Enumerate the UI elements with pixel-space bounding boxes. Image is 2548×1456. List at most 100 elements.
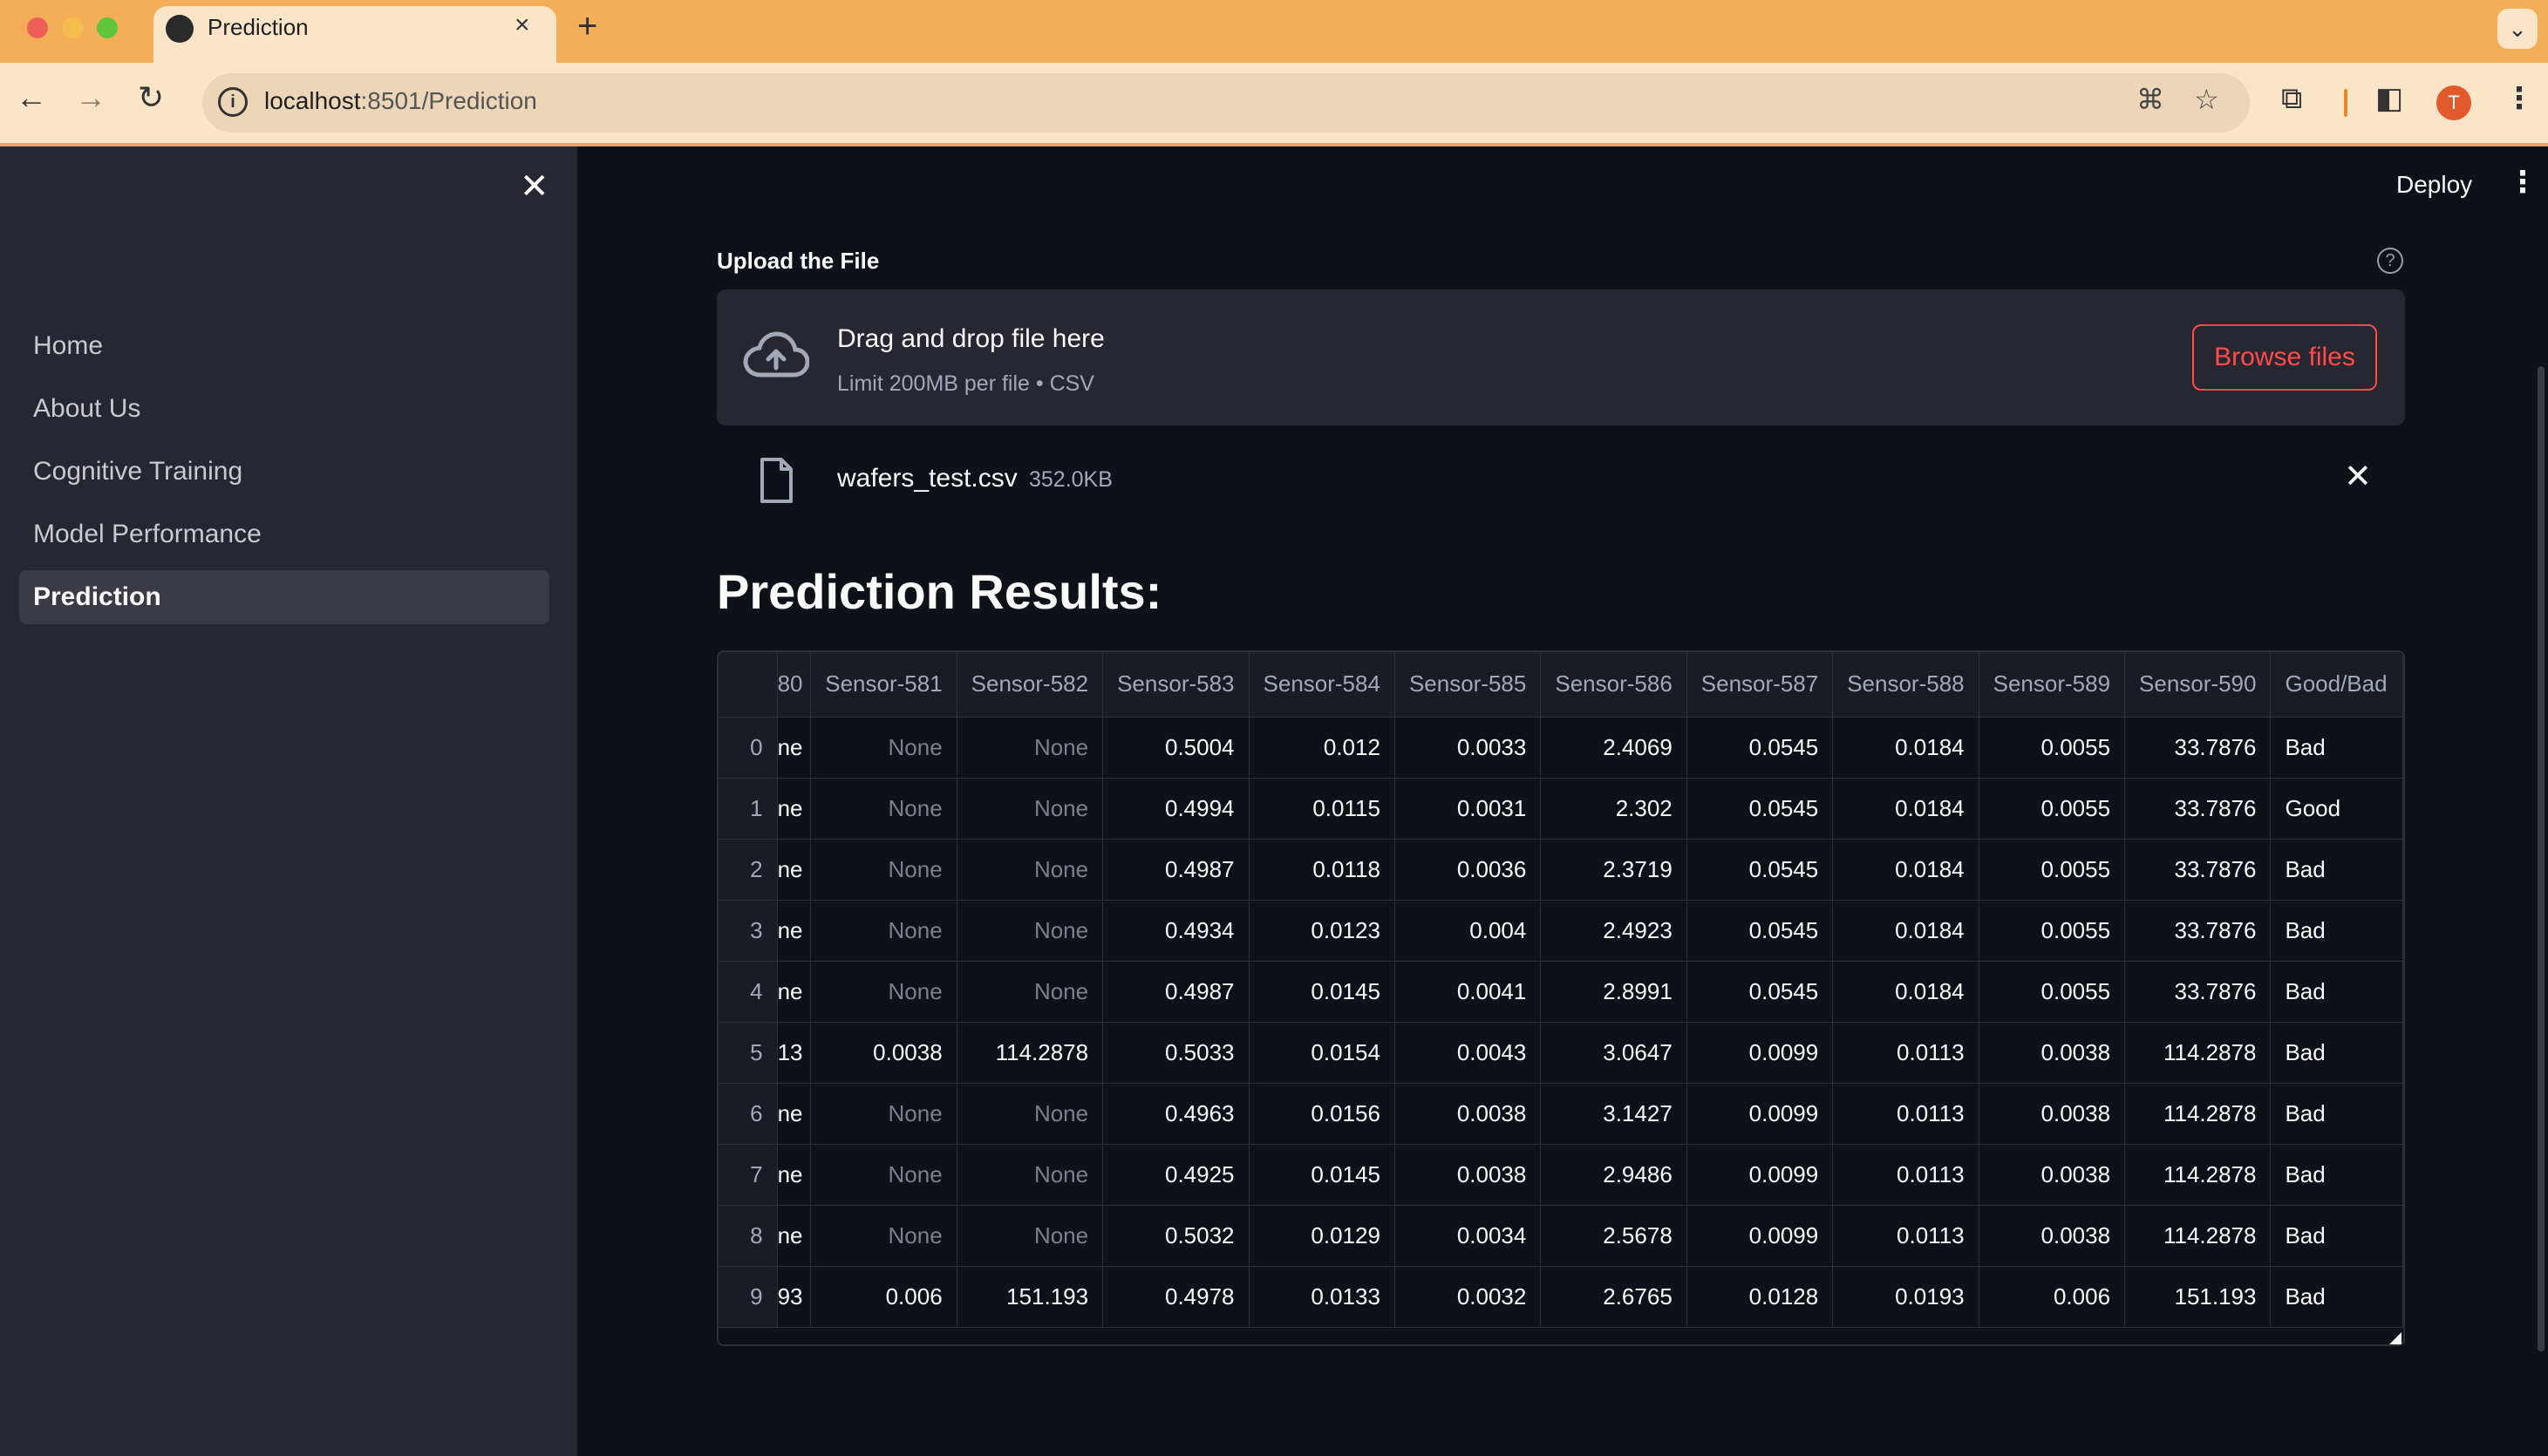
table-cell[interactable]: 0.0038 [1979, 1083, 2126, 1145]
row-index[interactable]: 3 [719, 900, 778, 962]
column-header[interactable]: 80 [777, 652, 812, 718]
table-cell[interactable]: 2.8991 [1540, 961, 1687, 1023]
table-cell[interactable]: 0.0184 [1832, 900, 1979, 962]
table-cell[interactable]: 114.2878 [2124, 1083, 2272, 1145]
table-cell[interactable]: 0.0113 [1832, 1022, 1979, 1084]
table-cell[interactable]: 151.193 [957, 1266, 1104, 1328]
table-cell[interactable]: 0.0038 [1979, 1022, 2126, 1084]
table-cell[interactable]: None [957, 778, 1104, 840]
file-dropzone[interactable] [717, 289, 2405, 425]
table-cell[interactable]: 2.4069 [1540, 717, 1687, 779]
table-cell[interactable]: ne [777, 778, 812, 840]
column-header[interactable]: Sensor-582 [957, 652, 1104, 718]
table-cell[interactable]: 0.0041 [1394, 961, 1542, 1023]
table-cell[interactable]: 0.0033 [1394, 717, 1542, 779]
table-cell[interactable]: 0.0193 [1832, 1266, 1979, 1328]
table-cell[interactable]: ne [777, 1083, 812, 1145]
page-scrollbar[interactable] [2538, 366, 2545, 1351]
window-maximize-button[interactable] [97, 17, 118, 38]
close-icon[interactable]: ✕ [520, 169, 549, 204]
row-index[interactable]: 4 [719, 961, 778, 1023]
table-cell[interactable]: Good [2270, 778, 2403, 840]
table-cell[interactable]: 0.0123 [1249, 900, 1395, 962]
table-cell[interactable]: 0.0545 [1686, 839, 1834, 901]
table-cell[interactable]: 0.0154 [1249, 1022, 1395, 1084]
table-cell[interactable]: 0.0099 [1686, 1144, 1834, 1206]
table-cell[interactable]: ne [777, 1144, 812, 1206]
table-cell[interactable]: 0.0115 [1249, 778, 1395, 840]
table-cell[interactable]: None [957, 1144, 1104, 1206]
table-cell[interactable]: 2.4923 [1540, 900, 1687, 962]
table-cell[interactable]: None [810, 1205, 957, 1267]
row-index[interactable]: 0 [719, 717, 778, 779]
browse-files-button[interactable]: Browse files [2192, 324, 2377, 391]
table-cell[interactable]: 0.0113 [1832, 1083, 1979, 1145]
table-cell[interactable]: 0.0099 [1686, 1083, 1834, 1145]
table-cell[interactable]: None [957, 1083, 1104, 1145]
table-cell[interactable]: 0.0145 [1249, 961, 1395, 1023]
table-cell[interactable]: 0.4934 [1102, 900, 1250, 962]
table-cell[interactable]: ne [777, 961, 812, 1023]
table-cell[interactable]: 0.012 [1249, 717, 1395, 779]
table-cell[interactable]: 0.0156 [1249, 1083, 1395, 1145]
row-index[interactable]: 7 [719, 1144, 778, 1206]
table-cell[interactable]: 0.0545 [1686, 717, 1834, 779]
table-cell[interactable]: 2.302 [1540, 778, 1687, 840]
table-cell[interactable]: Bad [2270, 1205, 2403, 1267]
table-cell[interactable]: 0.0038 [1394, 1083, 1542, 1145]
table-cell[interactable]: 33.7876 [2124, 961, 2272, 1023]
table-cell[interactable]: 0.4963 [1102, 1083, 1250, 1145]
table-cell[interactable]: 33.7876 [2124, 778, 2272, 840]
table-cell[interactable]: 2.9486 [1540, 1144, 1687, 1206]
table-cell[interactable]: Bad [2270, 1083, 2403, 1145]
table-cell[interactable]: ne [777, 1205, 812, 1267]
table-cell[interactable]: Bad [2270, 961, 2403, 1023]
reload-icon[interactable]: ↻ [138, 82, 164, 113]
table-cell[interactable]: ne [777, 717, 812, 779]
profile-avatar[interactable]: T [2436, 85, 2471, 120]
column-header[interactable]: Sensor-588 [1832, 652, 1979, 718]
bookmark-star-icon[interactable]: ☆ [2194, 85, 2219, 113]
table-cell[interactable]: 0.0113 [1832, 1205, 1979, 1267]
row-index[interactable]: 9 [719, 1266, 778, 1328]
table-cell[interactable]: Bad [2270, 1022, 2403, 1084]
table-cell[interactable]: Bad [2270, 1266, 2403, 1328]
table-cell[interactable]: 0.0184 [1832, 961, 1979, 1023]
table-cell[interactable]: Bad [2270, 717, 2403, 779]
table-cell[interactable]: None [810, 1144, 957, 1206]
sidebar-item-prediction[interactable]: Prediction [19, 570, 549, 624]
table-cell[interactable]: 0.0043 [1394, 1022, 1542, 1084]
table-cell[interactable]: None [810, 839, 957, 901]
table-cell[interactable]: 0.004 [1394, 900, 1542, 962]
table-cell[interactable]: 0.0031 [1394, 778, 1542, 840]
table-cell[interactable]: 0.0184 [1832, 717, 1979, 779]
table-cell[interactable]: 0.0038 [1979, 1144, 2126, 1206]
table-cell[interactable]: Bad [2270, 839, 2403, 901]
table-cell[interactable]: 0.006 [810, 1266, 957, 1328]
table-cell[interactable]: 114.2878 [2124, 1144, 2272, 1206]
row-index[interactable]: 5 [719, 1022, 778, 1084]
table-cell[interactable]: None [957, 961, 1104, 1023]
remove-file-close-icon[interactable]: ✕ [2344, 460, 2372, 493]
table-resize-handle[interactable] [2389, 1332, 2402, 1344]
table-cell[interactable]: 2.6765 [1540, 1266, 1687, 1328]
sidebar-item-cognitive-training[interactable]: Cognitive Training [19, 445, 549, 499]
deploy-button[interactable]: Deploy [2396, 171, 2472, 199]
table-cell[interactable]: 0.0129 [1249, 1205, 1395, 1267]
site-info-icon[interactable]: i [218, 87, 248, 117]
table-cell[interactable]: 3.0647 [1540, 1022, 1687, 1084]
table-cell[interactable]: 0.4987 [1102, 961, 1250, 1023]
window-minimize-button[interactable] [62, 17, 83, 38]
table-cell[interactable]: None [810, 778, 957, 840]
column-header[interactable]: Sensor-587 [1686, 652, 1834, 718]
table-cell[interactable]: 0.0184 [1832, 778, 1979, 840]
table-cell[interactable]: 114.2878 [2124, 1205, 2272, 1267]
help-circle-icon[interactable]: ? [2377, 248, 2403, 274]
table-cell[interactable]: None [810, 1083, 957, 1145]
table-cell[interactable]: 0.0545 [1686, 900, 1834, 962]
table-cell[interactable]: Bad [2270, 1144, 2403, 1206]
kebab-menu-icon[interactable]: ⋮ [2508, 167, 2538, 197]
table-cell[interactable]: 0.0145 [1249, 1144, 1395, 1206]
table-cell[interactable]: None [957, 900, 1104, 962]
table-cell[interactable]: 0.0128 [1686, 1266, 1834, 1328]
